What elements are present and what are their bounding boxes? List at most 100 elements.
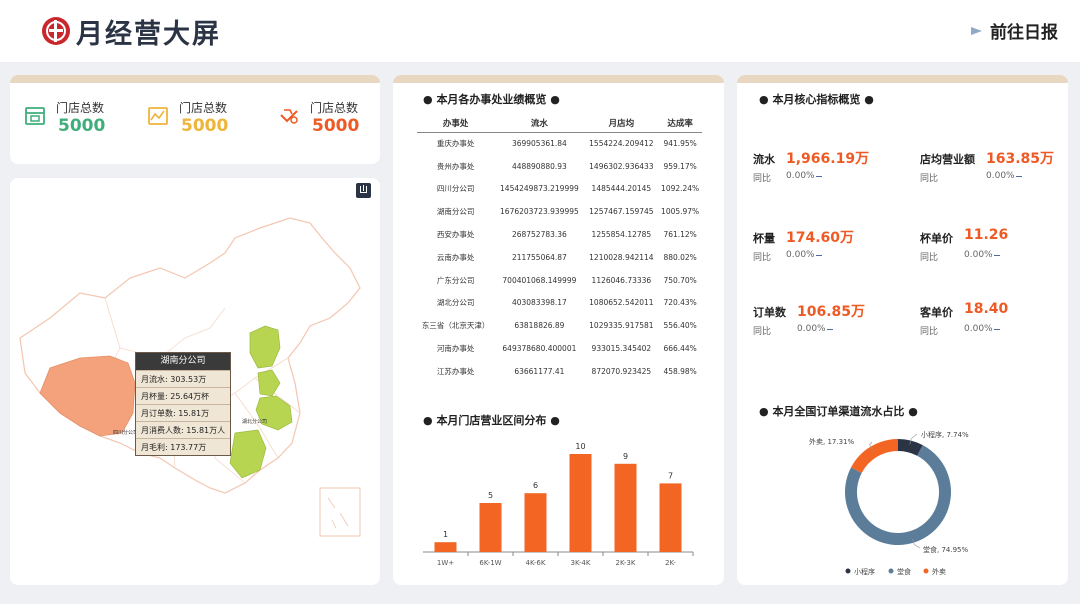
kpi-yoy-value: 0.00%: [786, 171, 815, 181]
bar[interactable]: [569, 454, 592, 552]
kpi-yoy-label: 同比: [753, 327, 772, 337]
map-label-hubei: 湖北分公司: [242, 418, 267, 425]
bar[interactable]: [659, 483, 682, 552]
table-row: 广东分公司 700401068.149999 1126046.73336 750.70…: [417, 269, 702, 292]
table-cell: 1005.97%: [661, 207, 700, 217]
kpi-value: 11.26: [964, 227, 1009, 243]
china-map-card: 湖北分公司 四川分公司 湖南分公司 月流水: 303.53万 月杯量: 25.6…: [10, 178, 380, 585]
store-total-label: 门店总数: [56, 101, 105, 115]
kpi-value: 18.40: [964, 301, 1009, 317]
kpi-section-title: ● 本月核心指标概览 ●: [759, 93, 874, 106]
table-cell: 西安办事处: [436, 230, 475, 240]
trend-flat-icon: [827, 329, 833, 330]
kpi-name: 流水: [753, 153, 775, 166]
table-row: 河南办事处 649378680.400001 933015.345402 666.44…: [417, 337, 702, 360]
trend-flat-icon: [994, 329, 1000, 330]
store-total-value: 5000: [312, 116, 360, 136]
flag-icon: [971, 26, 982, 35]
table-cell: 933015.345402: [591, 344, 652, 354]
hand-icon: [280, 109, 298, 124]
south-china-sea-inset: [319, 487, 361, 537]
x-tick-label: 2K-3K: [616, 559, 636, 567]
bar[interactable]: [434, 542, 457, 552]
goto-daily-report-button[interactable]: 前往日报: [971, 18, 1058, 43]
donut-slice[interactable]: [897, 439, 923, 456]
card-accent-bar: [393, 75, 724, 83]
table-cell: 河南办事处: [436, 344, 475, 354]
table-cell: 959.17%: [663, 161, 697, 171]
table-cell: 880.02%: [663, 252, 697, 262]
table-cell: 1454249873.219999: [500, 184, 579, 194]
table-cell: 649378680.400001: [502, 344, 577, 354]
channel-donut-chart: 小程序, 7.74% 堂食, 74.95% 外卖, 17.31% 小程序 堂食 外卖: [809, 430, 969, 576]
table-cell: 941.95%: [663, 139, 697, 149]
slice-label: 小程序, 7.74%: [921, 430, 969, 439]
table-cell: 63661177.41: [514, 366, 565, 376]
table-cell: 湖南分公司: [436, 207, 475, 217]
tooltip-row: 月杯量: 25.64万杯: [136, 387, 230, 404]
table-cell: 1255854.12785: [591, 230, 652, 240]
kpi-name: 杯单价: [920, 232, 953, 245]
kpi-value: 163.85万: [986, 151, 1055, 167]
bar[interactable]: [479, 503, 502, 552]
store-total-value: 5000: [181, 116, 229, 136]
table-cell: 东三省（北京天津）: [421, 321, 490, 331]
table-row: 云南办事处 211755064.87 1210028.942114 880.02%: [417, 246, 702, 269]
table-cell: 贵州办事处: [436, 161, 475, 171]
kpi-yoy-label: 同比: [753, 174, 772, 184]
table-cell: 700401068.149999: [502, 275, 577, 285]
donut-slice[interactable]: [851, 439, 899, 474]
legend-swatch: [923, 568, 929, 574]
table-cell: 重庆办事处: [436, 139, 475, 149]
tooltip-row: 月消费人数: 15.81万人: [136, 421, 230, 438]
table-cell: 1485444.20145: [591, 184, 652, 194]
kpi-yoy-label: 同比: [920, 253, 939, 263]
channel-section-title: ● 本月全国订单渠道流水占比 ●: [759, 405, 918, 418]
kpi-name: 客单价: [920, 306, 953, 319]
slice-label: 堂食, 74.95%: [923, 545, 968, 554]
kpi-name: 杯量: [753, 232, 775, 245]
core-kpi-card: ● 本月核心指标概览 ● 流水 1,966.19万 同比 0.00% 店均营业额…: [737, 75, 1068, 585]
table-cell: 广东分公司: [436, 275, 475, 285]
map-region-sichuan[interactable]: [39, 355, 136, 437]
kpi-value: 174.60万: [786, 230, 855, 246]
legend-label[interactable]: 外卖: [932, 567, 946, 576]
bar[interactable]: [524, 493, 547, 552]
table-cell: 1092.24%: [661, 184, 700, 194]
store-total-label: 门店总数: [310, 101, 359, 115]
table-cell: 556.40%: [663, 321, 697, 331]
kpi-yoy-label: 同比: [753, 253, 772, 263]
store-total-stat-1: 门店总数 5000: [24, 99, 134, 139]
table-cell: 云南办事处: [436, 252, 475, 262]
table-cell: 江苏办事处: [436, 366, 475, 376]
table-cell: 63818826.89: [514, 321, 565, 331]
column-header: 达成率: [658, 115, 702, 133]
legend-label[interactable]: 小程序: [854, 567, 875, 576]
store-total-label: 门店总数: [179, 101, 228, 115]
kpi-yoy-label: 同比: [920, 327, 939, 337]
kpi-yoy-value: 0.00%: [964, 324, 993, 334]
trend-flat-icon: [816, 255, 822, 256]
download-map-button[interactable]: [356, 183, 371, 198]
header-bar: 月经营大屏 前往日报: [0, 0, 1080, 62]
legend-label[interactable]: 堂食: [897, 567, 911, 576]
bar-value-label: 6: [533, 481, 538, 490]
x-tick-label: 6K-1W: [479, 559, 501, 567]
bar[interactable]: [614, 463, 637, 552]
kpi-name: 订单数: [753, 306, 786, 319]
map-tooltip: 湖南分公司 月流水: 303.53万 月杯量: 25.64万杯 月订单数: 15…: [135, 352, 231, 456]
x-tick-label: 4K-6K: [526, 559, 546, 567]
store-totals-card: 门店总数 5000 门店总数 5000 门店总数 5000: [10, 75, 380, 164]
chart-icon: [148, 107, 168, 125]
table-row: 重庆办事处 369905361.84 1554224.209412 941.95%: [417, 132, 702, 155]
trend-flat-icon: [816, 176, 822, 177]
office-performance-card: ● 本月各办事处业绩概览 ● 办事处 流水 月店均 达成率 重庆办事处 36990…: [393, 75, 724, 585]
table-cell: 1210028.942114: [589, 252, 654, 262]
kpi-value: 106.85万: [797, 304, 866, 320]
tooltip-row: 月毛利: 173.77万: [136, 438, 230, 455]
table-cell: 1257467.159745: [589, 207, 654, 217]
table-cell: 458.98%: [663, 366, 697, 376]
table-cell: 1676203723.939995: [500, 207, 579, 217]
bar-value-label: 5: [488, 491, 493, 500]
table-row: 四川分公司 1454249873.219999 1485444.20145 1092.…: [417, 178, 702, 201]
